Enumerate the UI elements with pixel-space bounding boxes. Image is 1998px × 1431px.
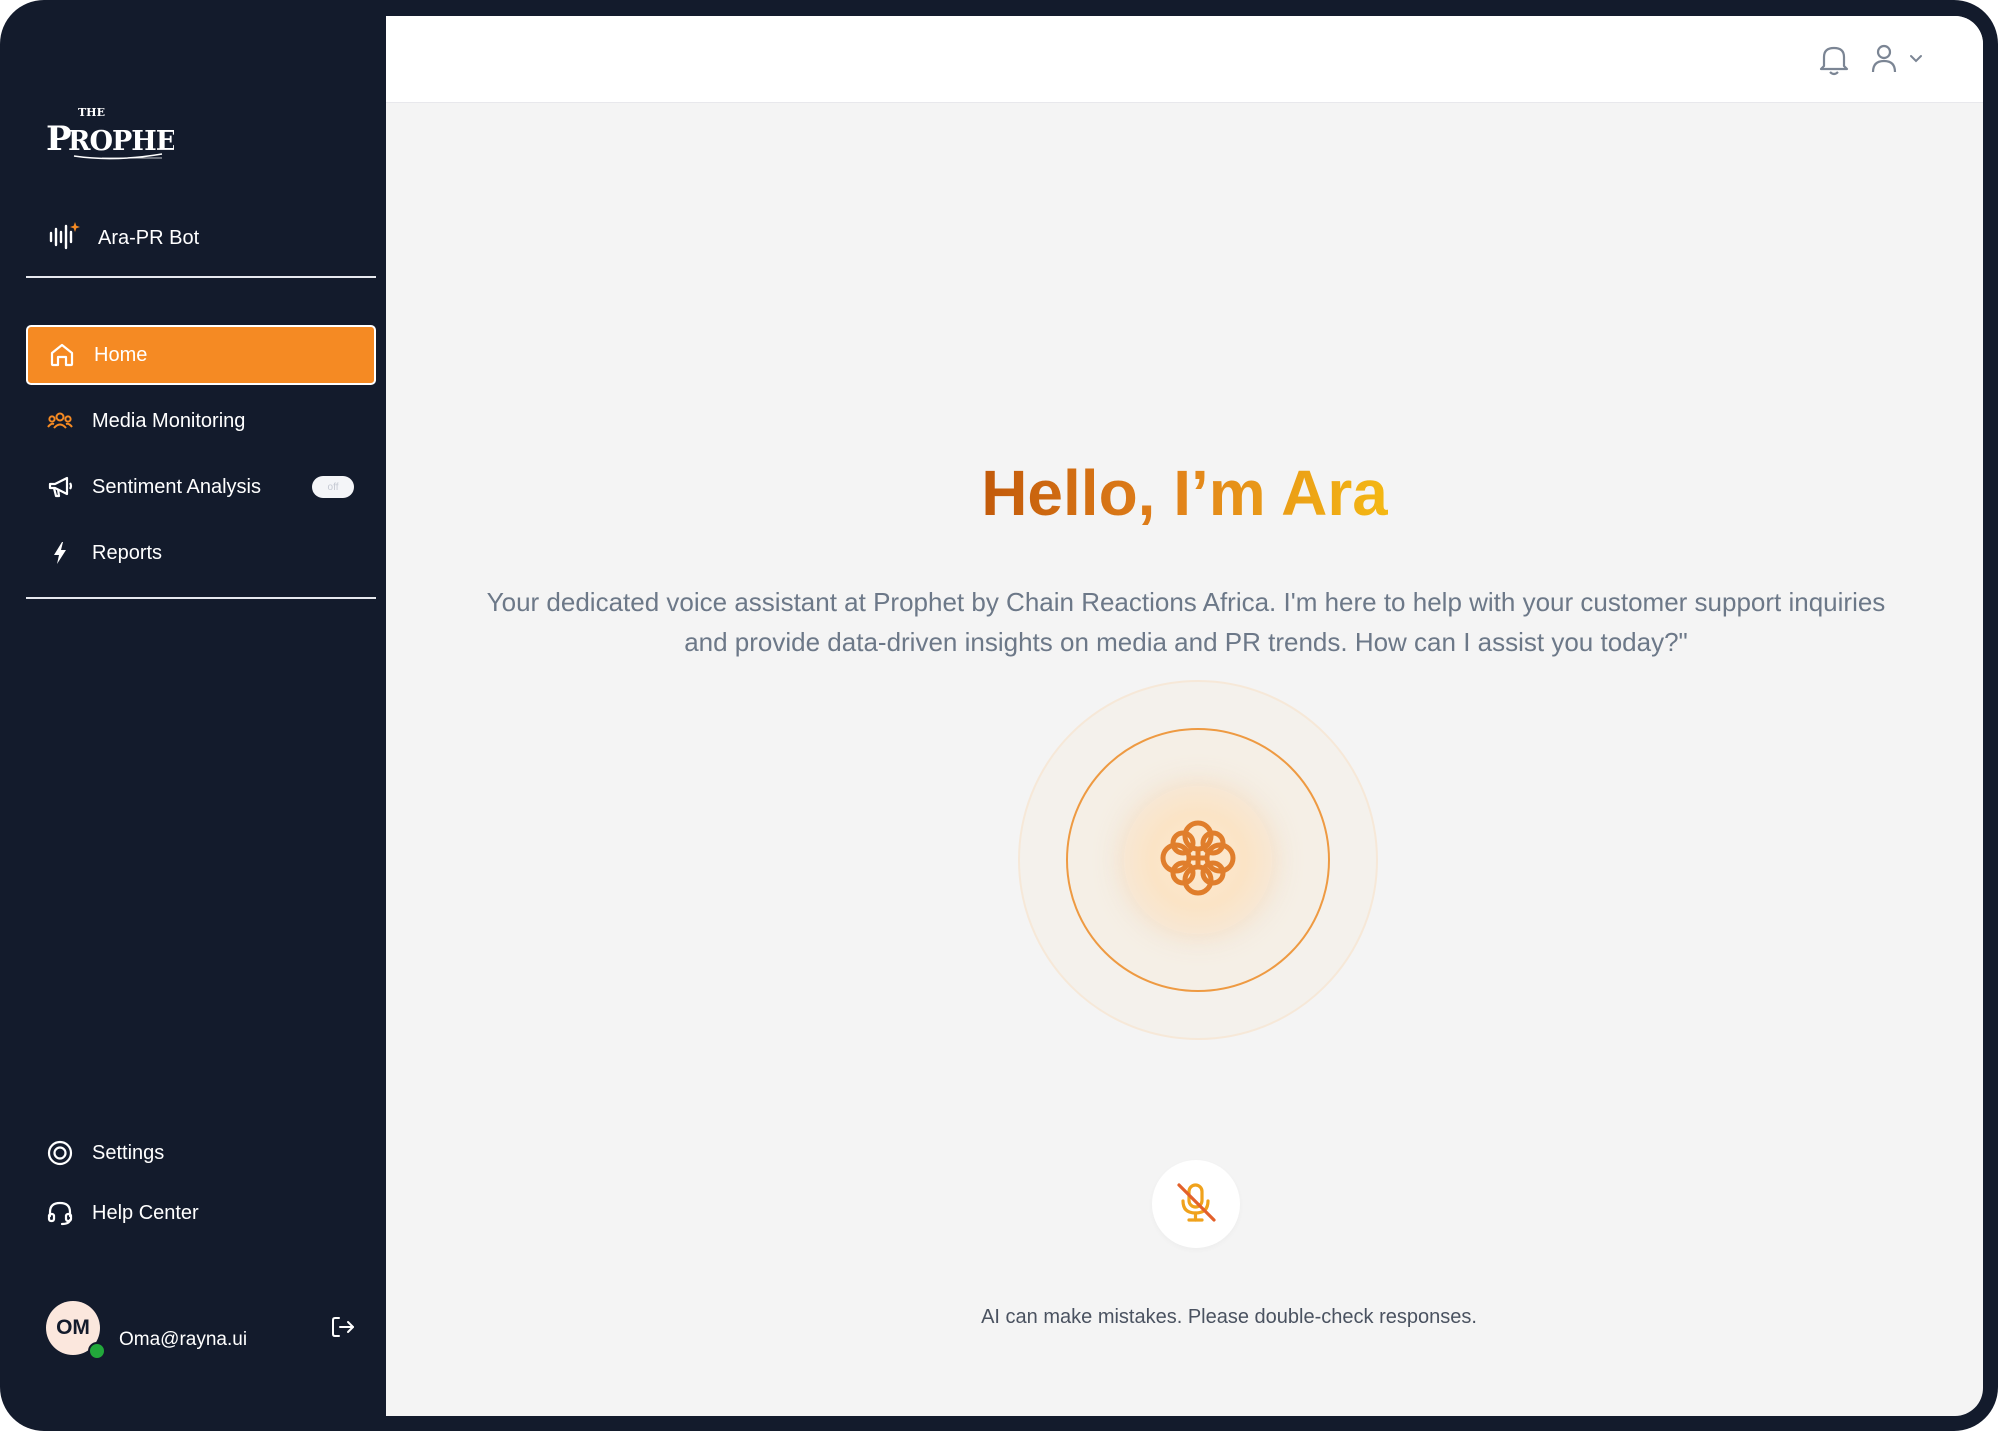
svg-text:ROPHET: ROPHET [68,126,174,157]
assistant-intro: Your dedicated voice assistant at Prophe… [486,587,1886,657]
sidebar-item-label: Sentiment Analysis [92,475,261,498]
prophet-logo: THE P ROPHET [44,100,196,170]
sidebar-item-sentiment-analysis[interactable]: Sentiment Analysis off [26,457,376,517]
headset-icon [46,1199,74,1227]
user-menu-button[interactable] [1868,42,1940,78]
main-content: Hello, I’m Ara Your dedicated voice assi… [386,16,1983,1416]
sidebar: THE P ROPHET [0,0,385,1431]
megaphone-icon [46,473,74,501]
settings-icon [46,1139,74,1167]
user-icon [1868,41,1900,80]
voice-orb[interactable] [1018,680,1378,1040]
chevron-down-icon [1908,50,1924,71]
sidebar-divider [26,276,376,278]
svg-text:THE: THE [78,106,105,119]
lightning-icon [46,539,74,567]
sidebar-item-help-center[interactable]: Help Center [26,1183,376,1243]
sidebar-item-label: Reports [92,541,163,564]
logout-icon[interactable] [328,1312,358,1342]
app-frame: THE P ROPHET [0,0,1998,1431]
user-email: Oma@rayna.ui [119,1329,248,1350]
sidebar-item-reports[interactable]: Reports [26,523,376,583]
user-profile: OM Oma@rayna.ui [46,1298,366,1360]
sidebar-item-label: Settings [92,1141,165,1164]
sidebar-item-settings[interactable]: Settings [26,1123,376,1183]
greeting-title: Hello, I’m Ara [981,457,1388,529]
people-icon [46,407,74,435]
home-icon [48,341,76,369]
ara-pr-bot-link[interactable]: Ara-PR Bot [48,218,199,258]
greeting-wrapper: Hello, I’m Ara [386,456,1983,530]
sidebar-item-label: Media Monitoring [92,409,246,432]
sidebar-divider [26,597,376,599]
sentiment-toggle[interactable]: off [312,476,354,498]
sidebar-item-home[interactable]: Home [26,325,376,385]
orb-core [1124,786,1272,934]
sidebar-item-label: Help Center [92,1201,199,1224]
sidebar-item-label: Home [94,343,148,366]
bot-label: Ara-PR Bot [98,226,200,249]
voice-wave-sparkle-icon [48,220,80,257]
online-status-dot [88,1342,106,1360]
top-bar [386,16,1983,103]
sidebar-item-media-monitoring[interactable]: Media Monitoring [26,391,376,451]
brain-icon [1155,815,1241,906]
bell-icon[interactable] [1817,42,1851,78]
ai-disclaimer: AI can make mistakes. Please double-chec… [981,1306,1477,1328]
mic-toggle-button[interactable] [1152,1160,1240,1248]
mic-off-icon [1171,1177,1221,1232]
